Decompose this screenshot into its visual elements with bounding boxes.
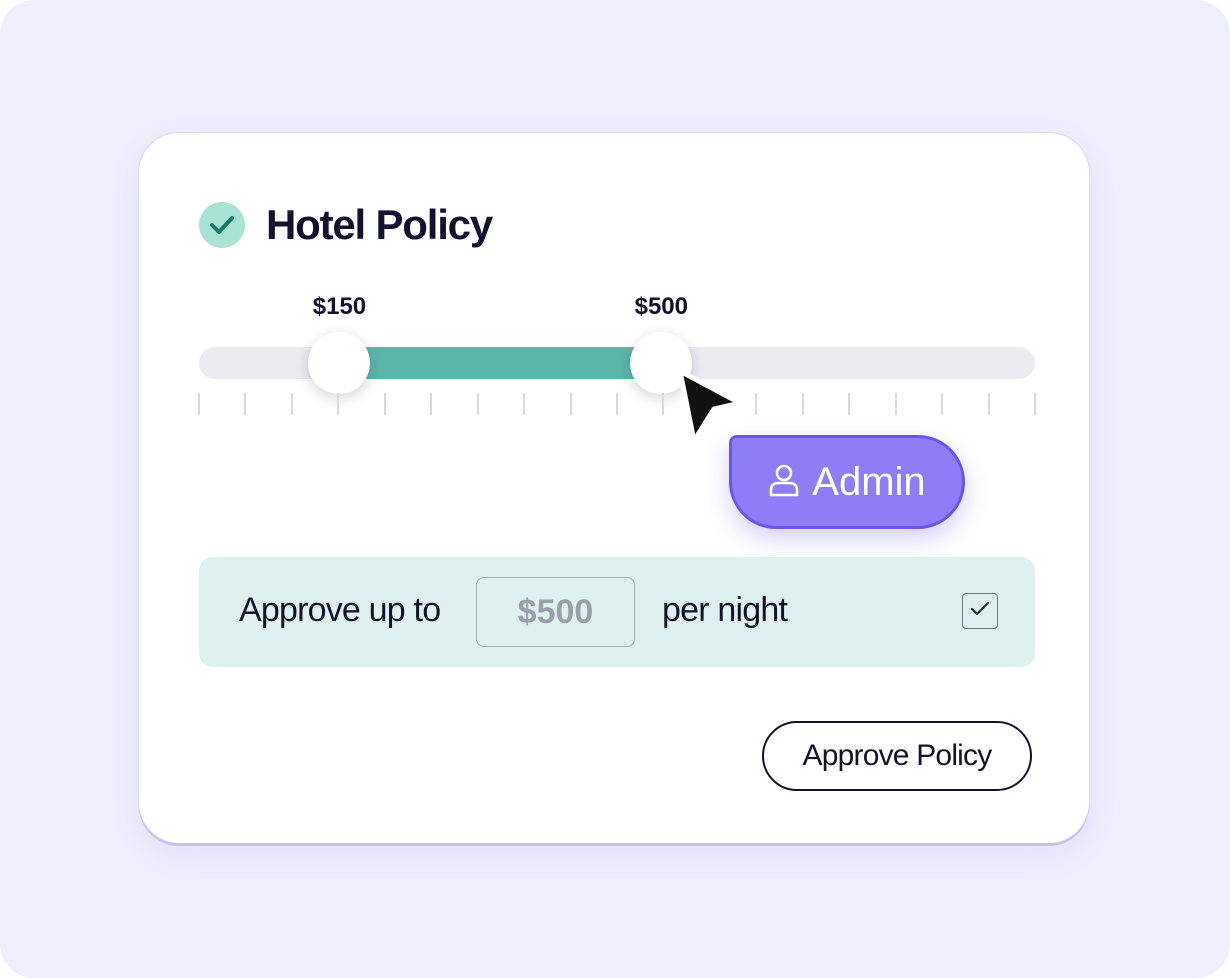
slider-tick xyxy=(523,393,526,415)
approve-checkbox[interactable] xyxy=(962,593,998,629)
slider-tick xyxy=(755,393,758,415)
approve-policy-button[interactable]: Approve Policy xyxy=(762,721,1032,791)
page-background: Hotel Policy $150 $500 Admin Approve up … xyxy=(0,0,1230,978)
slider-tick xyxy=(894,393,897,415)
slider-ticks xyxy=(198,393,1036,415)
slider-min-label: $150 xyxy=(312,293,367,320)
check-circle-icon xyxy=(199,202,245,248)
slider-min-handle[interactable] xyxy=(308,332,371,394)
admin-label: Admin xyxy=(812,459,926,504)
card-header: Hotel Policy xyxy=(199,201,493,249)
slider-tick xyxy=(244,393,247,415)
page-title: Hotel Policy xyxy=(266,201,493,248)
slider-tick xyxy=(430,393,433,415)
slider-max-label: $500 xyxy=(634,293,688,320)
slider-tick xyxy=(662,393,665,415)
slider-tick xyxy=(290,393,293,415)
slider-tick xyxy=(987,393,990,415)
amount-input[interactable]: $500 xyxy=(476,577,635,647)
slider-tick xyxy=(941,393,944,415)
slider-tick xyxy=(801,393,804,415)
slider-tick xyxy=(476,393,479,415)
checkmark-icon xyxy=(970,601,990,622)
slider-tick xyxy=(337,393,340,415)
approve-suffix-text: per night xyxy=(662,591,788,629)
slider-tick xyxy=(198,393,200,415)
user-icon xyxy=(768,463,800,502)
admin-badge: Admin xyxy=(729,435,965,529)
slider-tick xyxy=(383,393,386,415)
hotel-policy-card: Hotel Policy $150 $500 Admin Approve up … xyxy=(139,133,1089,843)
slider-tick xyxy=(848,393,851,415)
approve-prefix-text: Approve up to xyxy=(239,591,441,629)
slider-tick xyxy=(1034,393,1036,415)
approve-limit-row: Approve up to $500 per night xyxy=(199,557,1035,667)
slider-range-fill xyxy=(339,347,662,379)
slider-tick xyxy=(616,393,618,415)
slider-tick xyxy=(569,393,572,415)
